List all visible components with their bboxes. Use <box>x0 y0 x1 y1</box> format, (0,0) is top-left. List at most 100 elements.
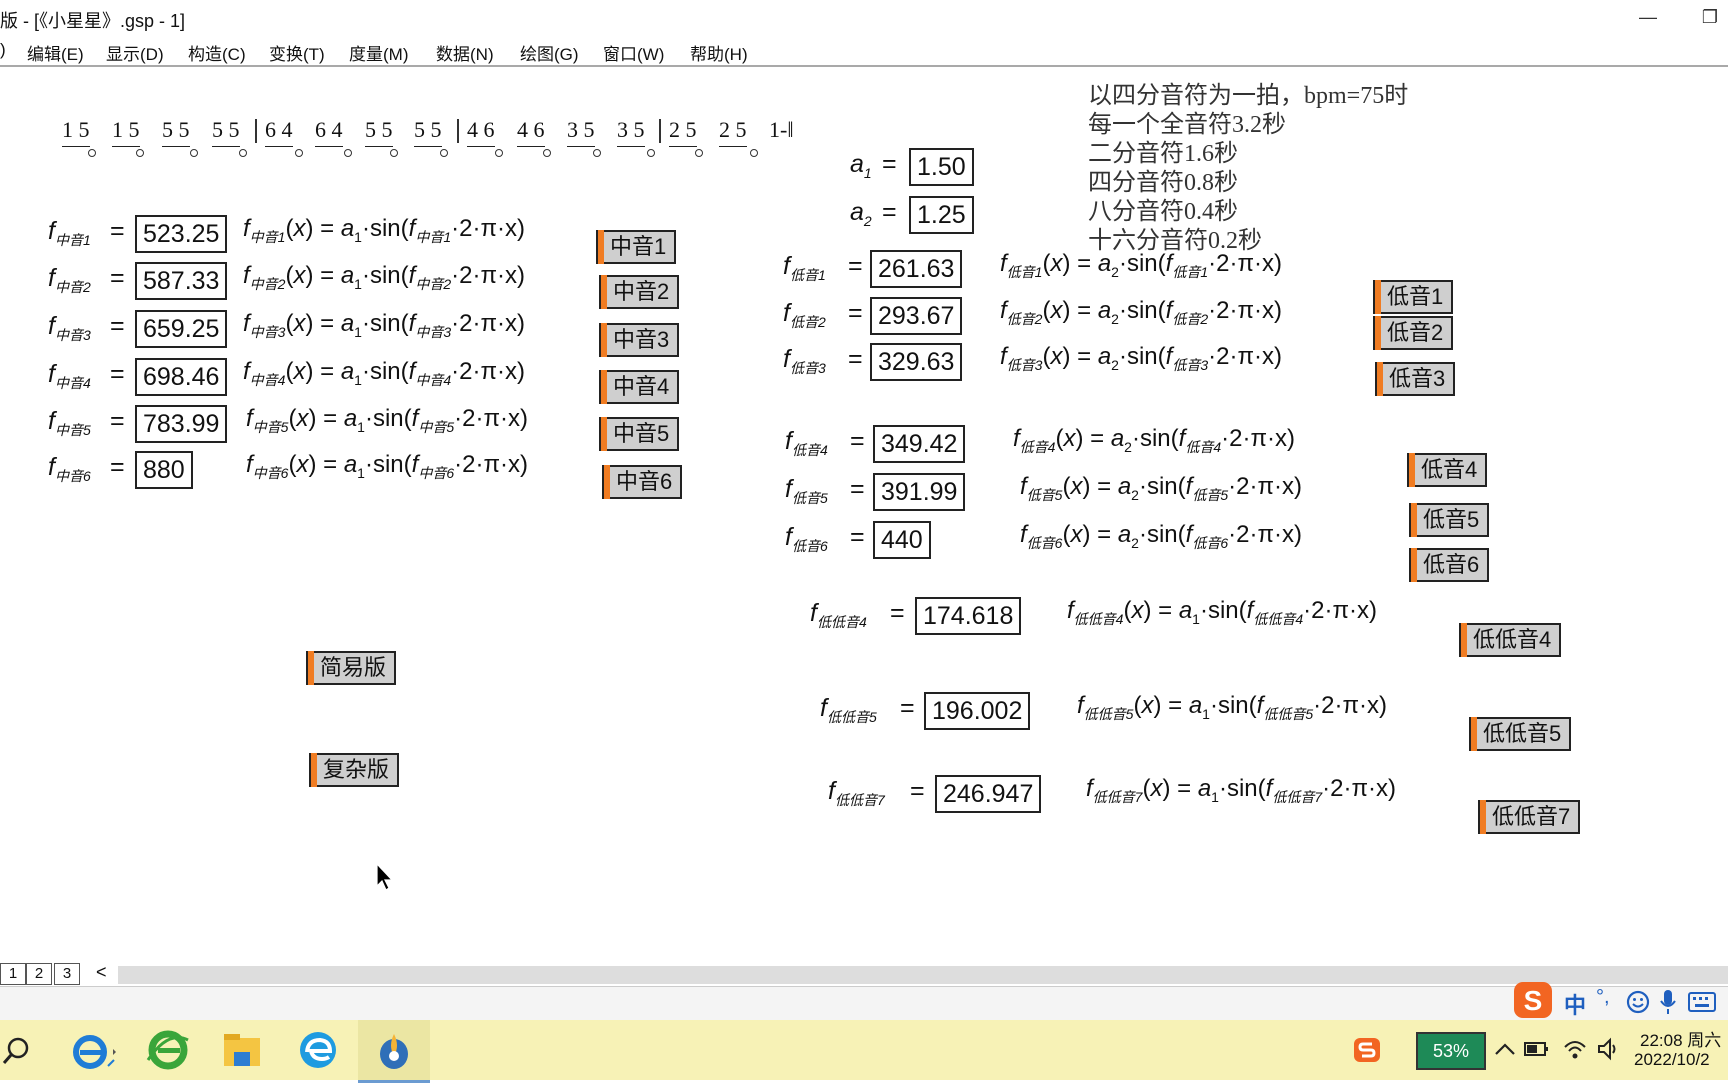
search-icon[interactable] <box>2 1036 30 1066</box>
menu-item-help[interactable]: 帮助(H) <box>690 40 748 65</box>
clock-date[interactable]: 2022/10/2 <box>1634 1050 1710 1070</box>
octave-dot <box>88 149 96 157</box>
play-button[interactable]: 中音2 <box>599 275 680 309</box>
restore-button[interactable]: ❐ <box>1692 4 1728 30</box>
frequency-value[interactable]: 783.99 <box>135 405 228 443</box>
frequency-value[interactable]: 659.25 <box>135 310 228 348</box>
menu-item-file-edge[interactable]: ) <box>0 40 6 60</box>
menu-item-display[interactable]: 显示(D) <box>106 40 164 65</box>
octave-dot <box>295 149 303 157</box>
menu-item-graph[interactable]: 绘图(G) <box>520 40 579 65</box>
frequency-value[interactable]: 587.33 <box>135 262 228 300</box>
microphone-icon[interactable] <box>1658 988 1678 1016</box>
page-tab-2[interactable]: 2 <box>26 963 52 985</box>
equals-sign: = <box>848 345 863 373</box>
sketchpad-app-icon[interactable] <box>370 1026 418 1074</box>
frequency-value[interactable]: 293.67 <box>870 297 963 335</box>
param-a1-value[interactable]: 1.50 <box>909 148 974 186</box>
sine-formula: f低音4(x) = a2·sin(f低音4·2·π·x) <box>1013 425 1296 455</box>
play-button[interactable]: 中音4 <box>599 370 680 404</box>
ime-toolbar[interactable]: S 中 °, <box>1512 980 1728 1020</box>
simple-mode-button[interactable]: 简易版 <box>306 651 397 685</box>
sine-formula: f低音5(x) = a2·sin(f低音5·2·π·x) <box>1020 473 1303 503</box>
play-button[interactable]: 低低音7 <box>1478 800 1581 834</box>
menu-item-measure[interactable]: 度量(M) <box>349 40 408 65</box>
play-button[interactable]: 中音1 <box>596 230 677 264</box>
score-group: 2 5 <box>669 117 697 147</box>
play-button[interactable]: 中音3 <box>599 323 680 357</box>
battery-icon[interactable] <box>1524 1040 1550 1058</box>
play-button[interactable]: 低音1 <box>1373 280 1454 314</box>
frequency-value[interactable]: 349.42 <box>873 425 966 463</box>
frequency-value[interactable]: 246.947 <box>935 775 1042 813</box>
scroll-left-button[interactable]: < <box>96 962 107 983</box>
frequency-value[interactable]: 174.618 <box>915 597 1022 635</box>
frequency-value[interactable]: 880 <box>135 451 193 489</box>
clock-time[interactable]: 22:08 周六 <box>1640 1026 1721 1051</box>
play-button[interactable]: 低低音4 <box>1459 623 1562 657</box>
param-a2-value[interactable]: 1.25 <box>909 196 974 234</box>
score-group: 5 5 <box>212 117 240 147</box>
score-group: 6 4 <box>315 117 343 147</box>
ime-punct[interactable]: °, <box>1596 986 1610 1009</box>
browser-e-green-icon[interactable] <box>144 1026 192 1074</box>
play-button[interactable]: 中音5 <box>599 417 680 451</box>
menu-item-transform[interactable]: 变换(T) <box>269 40 325 65</box>
edge-browser-icon[interactable] <box>294 1026 342 1074</box>
play-button[interactable]: 低音5 <box>1409 503 1490 537</box>
equals-sign: = <box>110 217 125 245</box>
frequency-value[interactable]: 391.99 <box>873 473 966 511</box>
frequency-value[interactable]: 698.46 <box>135 358 228 396</box>
horizontal-scrollbar[interactable] <box>118 966 1728 984</box>
score-group: 2 5 <box>719 117 747 147</box>
score-group: 5 5 <box>414 117 442 147</box>
param-label: a1 <box>850 150 872 181</box>
frequency-value[interactable]: 329.63 <box>870 343 963 381</box>
bar-line <box>255 119 257 143</box>
score-group: 1 5 <box>62 117 90 147</box>
battery-indicator[interactable]: 53% <box>1416 1032 1486 1070</box>
complex-mode-button[interactable]: 复杂版 <box>309 753 400 787</box>
page-tab-3[interactable]: 3 <box>54 963 80 985</box>
play-button[interactable]: 低音2 <box>1373 316 1454 350</box>
volume-icon[interactable] <box>1596 1036 1622 1062</box>
menu-item-data[interactable]: 数据(N) <box>436 40 494 65</box>
play-button[interactable]: 低音3 <box>1375 362 1456 396</box>
octave-dot <box>239 149 247 157</box>
frequency-value[interactable]: 196.002 <box>924 692 1031 730</box>
play-button[interactable]: 中音6 <box>602 465 683 499</box>
chevron-up-icon[interactable] <box>1494 1040 1516 1058</box>
frequency-value[interactable]: 261.63 <box>870 250 963 288</box>
octave-dot <box>495 149 503 157</box>
bar-line <box>659 119 661 143</box>
minimize-button[interactable]: — <box>1630 4 1666 30</box>
octave-dot <box>750 149 758 157</box>
keyboard-icon[interactable] <box>1688 992 1716 1012</box>
play-button[interactable]: 低低音5 <box>1469 717 1572 751</box>
emoji-icon[interactable] <box>1626 990 1650 1014</box>
sketch-canvas[interactable]: 1 5 1 5 5 5 5 5 6 4 6 4 5 5 5 5 4 6 4 6 … <box>0 67 1728 960</box>
menu-item-construct[interactable]: 构造(C) <box>188 40 246 65</box>
frequency-label: f低低音7 <box>828 777 885 808</box>
frequency-value[interactable]: 440 <box>873 521 931 559</box>
sogou-logo-icon[interactable]: S <box>1512 980 1556 1020</box>
play-button[interactable]: 低音6 <box>1409 548 1490 582</box>
octave-dot <box>136 149 144 157</box>
score-group: 1 5 <box>112 117 140 147</box>
menu-item-edit[interactable]: 编辑(E) <box>27 40 84 65</box>
file-explorer-icon[interactable] <box>218 1026 266 1074</box>
internet-explorer-icon[interactable] <box>68 1026 116 1074</box>
param-label: a2 <box>850 198 872 229</box>
equals-sign: = <box>110 453 125 481</box>
page-tab-1[interactable]: 1 <box>0 963 26 985</box>
frequency-value[interactable]: 523.25 <box>135 215 228 253</box>
ime-language[interactable]: 中 <box>1564 988 1586 1020</box>
sogou-tray-icon[interactable] <box>1352 1036 1382 1064</box>
score-group: 4 6 <box>467 117 495 147</box>
menu-item-window[interactable]: 窗口(W) <box>603 40 664 65</box>
equals-sign: = <box>910 777 925 805</box>
window-title: 版 - [《小星星》.gsp - 1] <box>0 11 186 31</box>
wifi-icon[interactable] <box>1562 1036 1588 1062</box>
score-group: 3 5 <box>567 117 595 147</box>
play-button[interactable]: 低音4 <box>1407 453 1488 487</box>
